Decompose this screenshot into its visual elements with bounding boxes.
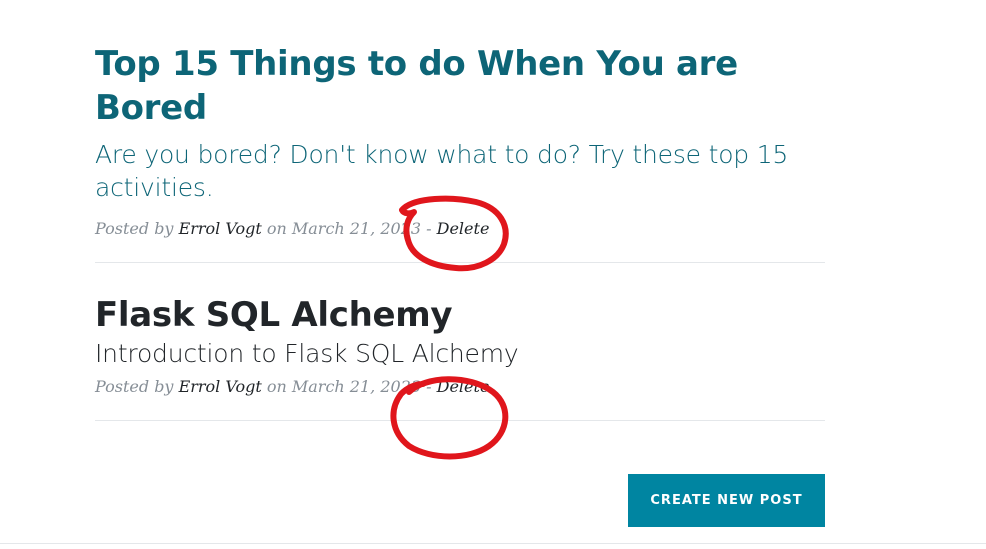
delete-link[interactable]: Delete [437,377,490,396]
meta-posted-by: Posted by [95,377,179,396]
post-link[interactable]: Flask SQL Alchemy Introduction to Flask … [95,263,825,370]
post-date: March 21, 2023 [291,377,422,396]
post-subtitle[interactable]: Introduction to Flask SQL Alchemy [95,337,825,370]
meta-on: on [261,219,292,238]
divider [95,420,825,421]
post-date: March 21, 2023 [291,219,422,238]
author-link[interactable]: Errol Vogt [179,377,262,396]
pager: Create New Post [628,474,825,527]
meta-on: on [261,377,292,396]
post-list: Top 15 Things to do When You are Bored A… [95,0,825,421]
author-link[interactable]: Errol Vogt [179,219,262,238]
post-title[interactable]: Flask SQL Alchemy [95,263,825,337]
post-meta: Posted by Errol Vogt on March 21, 2023 -… [95,376,825,398]
create-new-post-button[interactable]: Create New Post [628,474,825,527]
meta-separator: - [421,377,437,396]
post-link[interactable]: Top 15 Things to do When You are Bored A… [95,0,825,204]
post-title[interactable]: Top 15 Things to do When You are Bored [95,0,825,130]
post-meta: Posted by Errol Vogt on March 21, 2023 -… [95,218,825,240]
post-preview: Flask SQL Alchemy Introduction to Flask … [95,263,825,421]
footer-divider [0,543,986,544]
post-subtitle[interactable]: Are you bored? Don't know what to do? Tr… [95,138,825,204]
delete-link[interactable]: Delete [437,219,490,238]
post-preview: Top 15 Things to do When You are Bored A… [95,0,825,263]
meta-posted-by: Posted by [95,219,179,238]
meta-separator: - [421,219,437,238]
